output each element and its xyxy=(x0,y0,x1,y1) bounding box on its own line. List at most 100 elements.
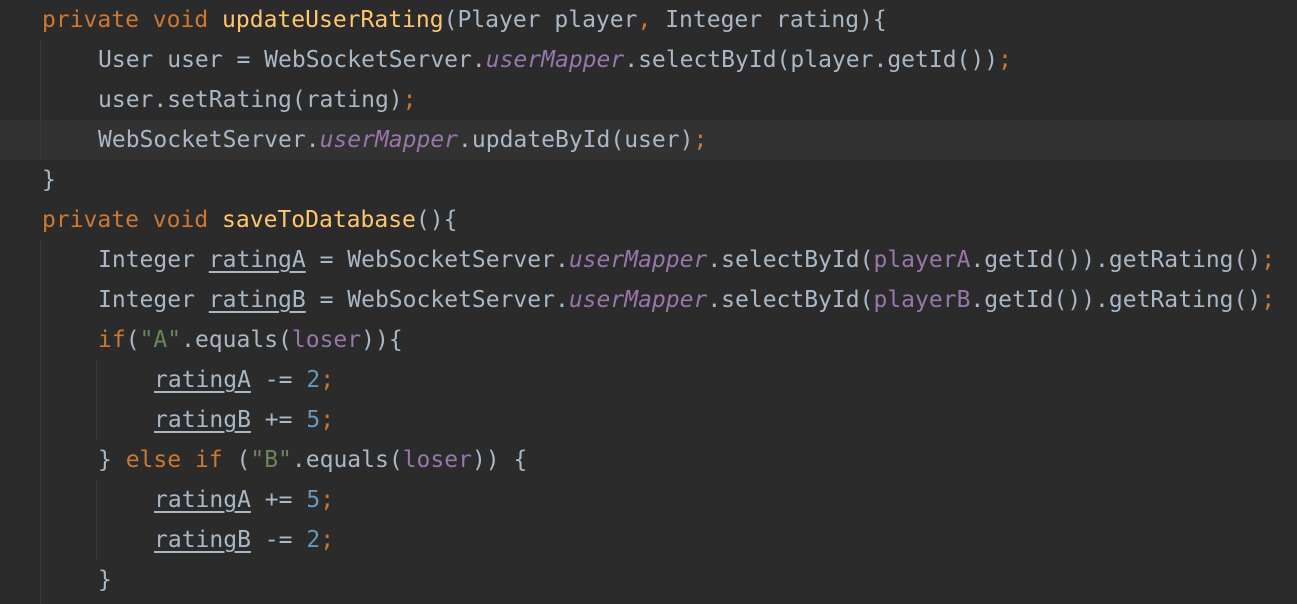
code-line[interactable]: WebSocketServer.userMapper.updateById(us… xyxy=(0,120,1297,160)
code-token: saveToDatabase xyxy=(222,207,416,233)
code-line[interactable]: private void updateUserRating(Player pla… xyxy=(0,0,1297,40)
code-token: ; xyxy=(1261,247,1276,273)
code-token: ; xyxy=(693,127,708,153)
code-token: Integer xyxy=(98,287,209,313)
code-token: private xyxy=(42,7,139,33)
code-line[interactable]: if("A".equals(loser)){ xyxy=(0,320,1297,360)
code-text: user.setRating(rating); xyxy=(98,80,417,120)
code-token: .getId()).getRating() xyxy=(970,287,1262,313)
code-token: playerA xyxy=(873,247,971,273)
code-token: -= xyxy=(250,527,307,553)
code-text: } xyxy=(98,560,112,600)
code-token: .updateById(user) xyxy=(458,127,694,153)
code-token: } xyxy=(98,567,112,593)
code-token: ; xyxy=(320,527,335,553)
code-token: ratingA xyxy=(208,247,306,273)
code-token: else xyxy=(125,447,182,473)
indent-guide xyxy=(96,360,97,440)
code-token: ; xyxy=(320,407,335,433)
code-text: ratingB -= 2; xyxy=(154,520,334,560)
code-text: ratingB += 5; xyxy=(154,400,334,440)
code-line[interactable]: User user = WebSocketServer.userMapper.s… xyxy=(0,40,1297,80)
code-line[interactable]: user.setRating(rating); xyxy=(0,80,1297,120)
code-token: userMapper xyxy=(319,127,459,153)
code-token: userMapper xyxy=(485,47,625,73)
code-token: (){ xyxy=(415,207,458,233)
code-text: if("A".equals(loser)){ xyxy=(98,320,403,360)
code-token: .getId()).getRating() xyxy=(970,247,1262,273)
code-line[interactable]: } else if ("B".equals(loser)) { xyxy=(0,440,1297,480)
code-token: , xyxy=(637,7,652,33)
code-token: .selectById( xyxy=(707,287,874,313)
code-token: userMapper xyxy=(568,247,708,273)
code-token: += xyxy=(250,407,307,433)
code-text: private void updateUserRating(Player pla… xyxy=(42,0,887,40)
code-token: 2 xyxy=(306,527,321,553)
code-line[interactable]: } xyxy=(0,560,1297,600)
indent-guide xyxy=(96,480,97,560)
code-token: void xyxy=(152,7,209,33)
code-token: user.setRating(rating) xyxy=(98,87,403,113)
code-token: WebSocketServer. xyxy=(98,127,320,153)
code-token: )){ xyxy=(361,327,403,353)
code-token: Integer rating){ xyxy=(651,7,887,33)
code-token: if xyxy=(98,327,126,353)
code-editor[interactable]: } ratingB -= 2; ratingA += 5;} else if ("B… xyxy=(0,0,1297,604)
code-token: } xyxy=(98,447,126,473)
code-token: (Player player xyxy=(443,7,638,33)
code-token: .equals( xyxy=(291,447,403,473)
code-token: private xyxy=(42,207,139,233)
code-token: 5 xyxy=(306,487,321,513)
code-token: loser xyxy=(402,447,472,473)
code-line[interactable]: ratingA += 5; xyxy=(0,480,1297,520)
code-text: Integer ratingA = WebSocketServer.userMa… xyxy=(98,240,1275,280)
code-token: )) { xyxy=(471,447,528,473)
code-line[interactable]: Integer ratingB = WebSocketServer.userMa… xyxy=(0,280,1297,320)
code-token: "A" xyxy=(139,327,182,353)
code-token: playerB xyxy=(873,287,971,313)
code-token: ratingB xyxy=(208,287,306,313)
code-token: 5 xyxy=(306,407,321,433)
code-token: ; xyxy=(998,47,1012,73)
code-token: ; xyxy=(320,487,335,513)
code-token: ; xyxy=(1261,287,1276,313)
code-line[interactable]: private void saveToDatabase(){ xyxy=(0,200,1297,240)
code-token: .equals( xyxy=(181,327,292,353)
indent-guide xyxy=(40,40,41,160)
code-text: } else if ("B".equals(loser)) { xyxy=(98,440,527,480)
code-token: updateUserRating xyxy=(222,7,444,33)
code-text: Integer ratingB = WebSocketServer.userMa… xyxy=(98,280,1275,320)
code-text: User user = WebSocketServer.userMapper.s… xyxy=(98,40,1012,80)
code-token: += xyxy=(250,487,307,513)
code-token: userMapper xyxy=(568,287,708,313)
code-token: = WebSocketServer. xyxy=(305,287,569,313)
code-token: "B" xyxy=(250,447,292,473)
code-line[interactable]: ratingB += 5; xyxy=(0,400,1297,440)
code-token: ratingB xyxy=(154,407,251,433)
code-line[interactable]: ratingB -= 2; xyxy=(0,520,1297,560)
code-token: } xyxy=(42,167,56,193)
code-token: ratingB xyxy=(154,527,251,553)
code-text: private void saveToDatabase(){ xyxy=(42,200,457,240)
code-token: Integer xyxy=(98,247,209,273)
code-token: ; xyxy=(320,367,335,393)
code-line[interactable]: ratingA -= 2; xyxy=(0,360,1297,400)
code-line[interactable]: } xyxy=(0,160,1297,200)
code-token: User user = WebSocketServer. xyxy=(98,47,486,73)
code-line[interactable]: Integer ratingA = WebSocketServer.userMa… xyxy=(0,240,1297,280)
code-text: } xyxy=(42,160,56,200)
code-text: ratingA += 5; xyxy=(154,480,334,520)
code-token: .selectById( xyxy=(707,247,874,273)
code-token: ratingA xyxy=(154,367,251,393)
code-token: void xyxy=(152,207,209,233)
code-token: -= xyxy=(250,367,307,393)
code-text: ratingA -= 2; xyxy=(154,360,334,400)
code-token: 2 xyxy=(306,367,321,393)
code-token: .selectById(player.getId()) xyxy=(624,47,999,73)
code-token: ( xyxy=(222,447,251,473)
code-token: if xyxy=(194,447,223,473)
